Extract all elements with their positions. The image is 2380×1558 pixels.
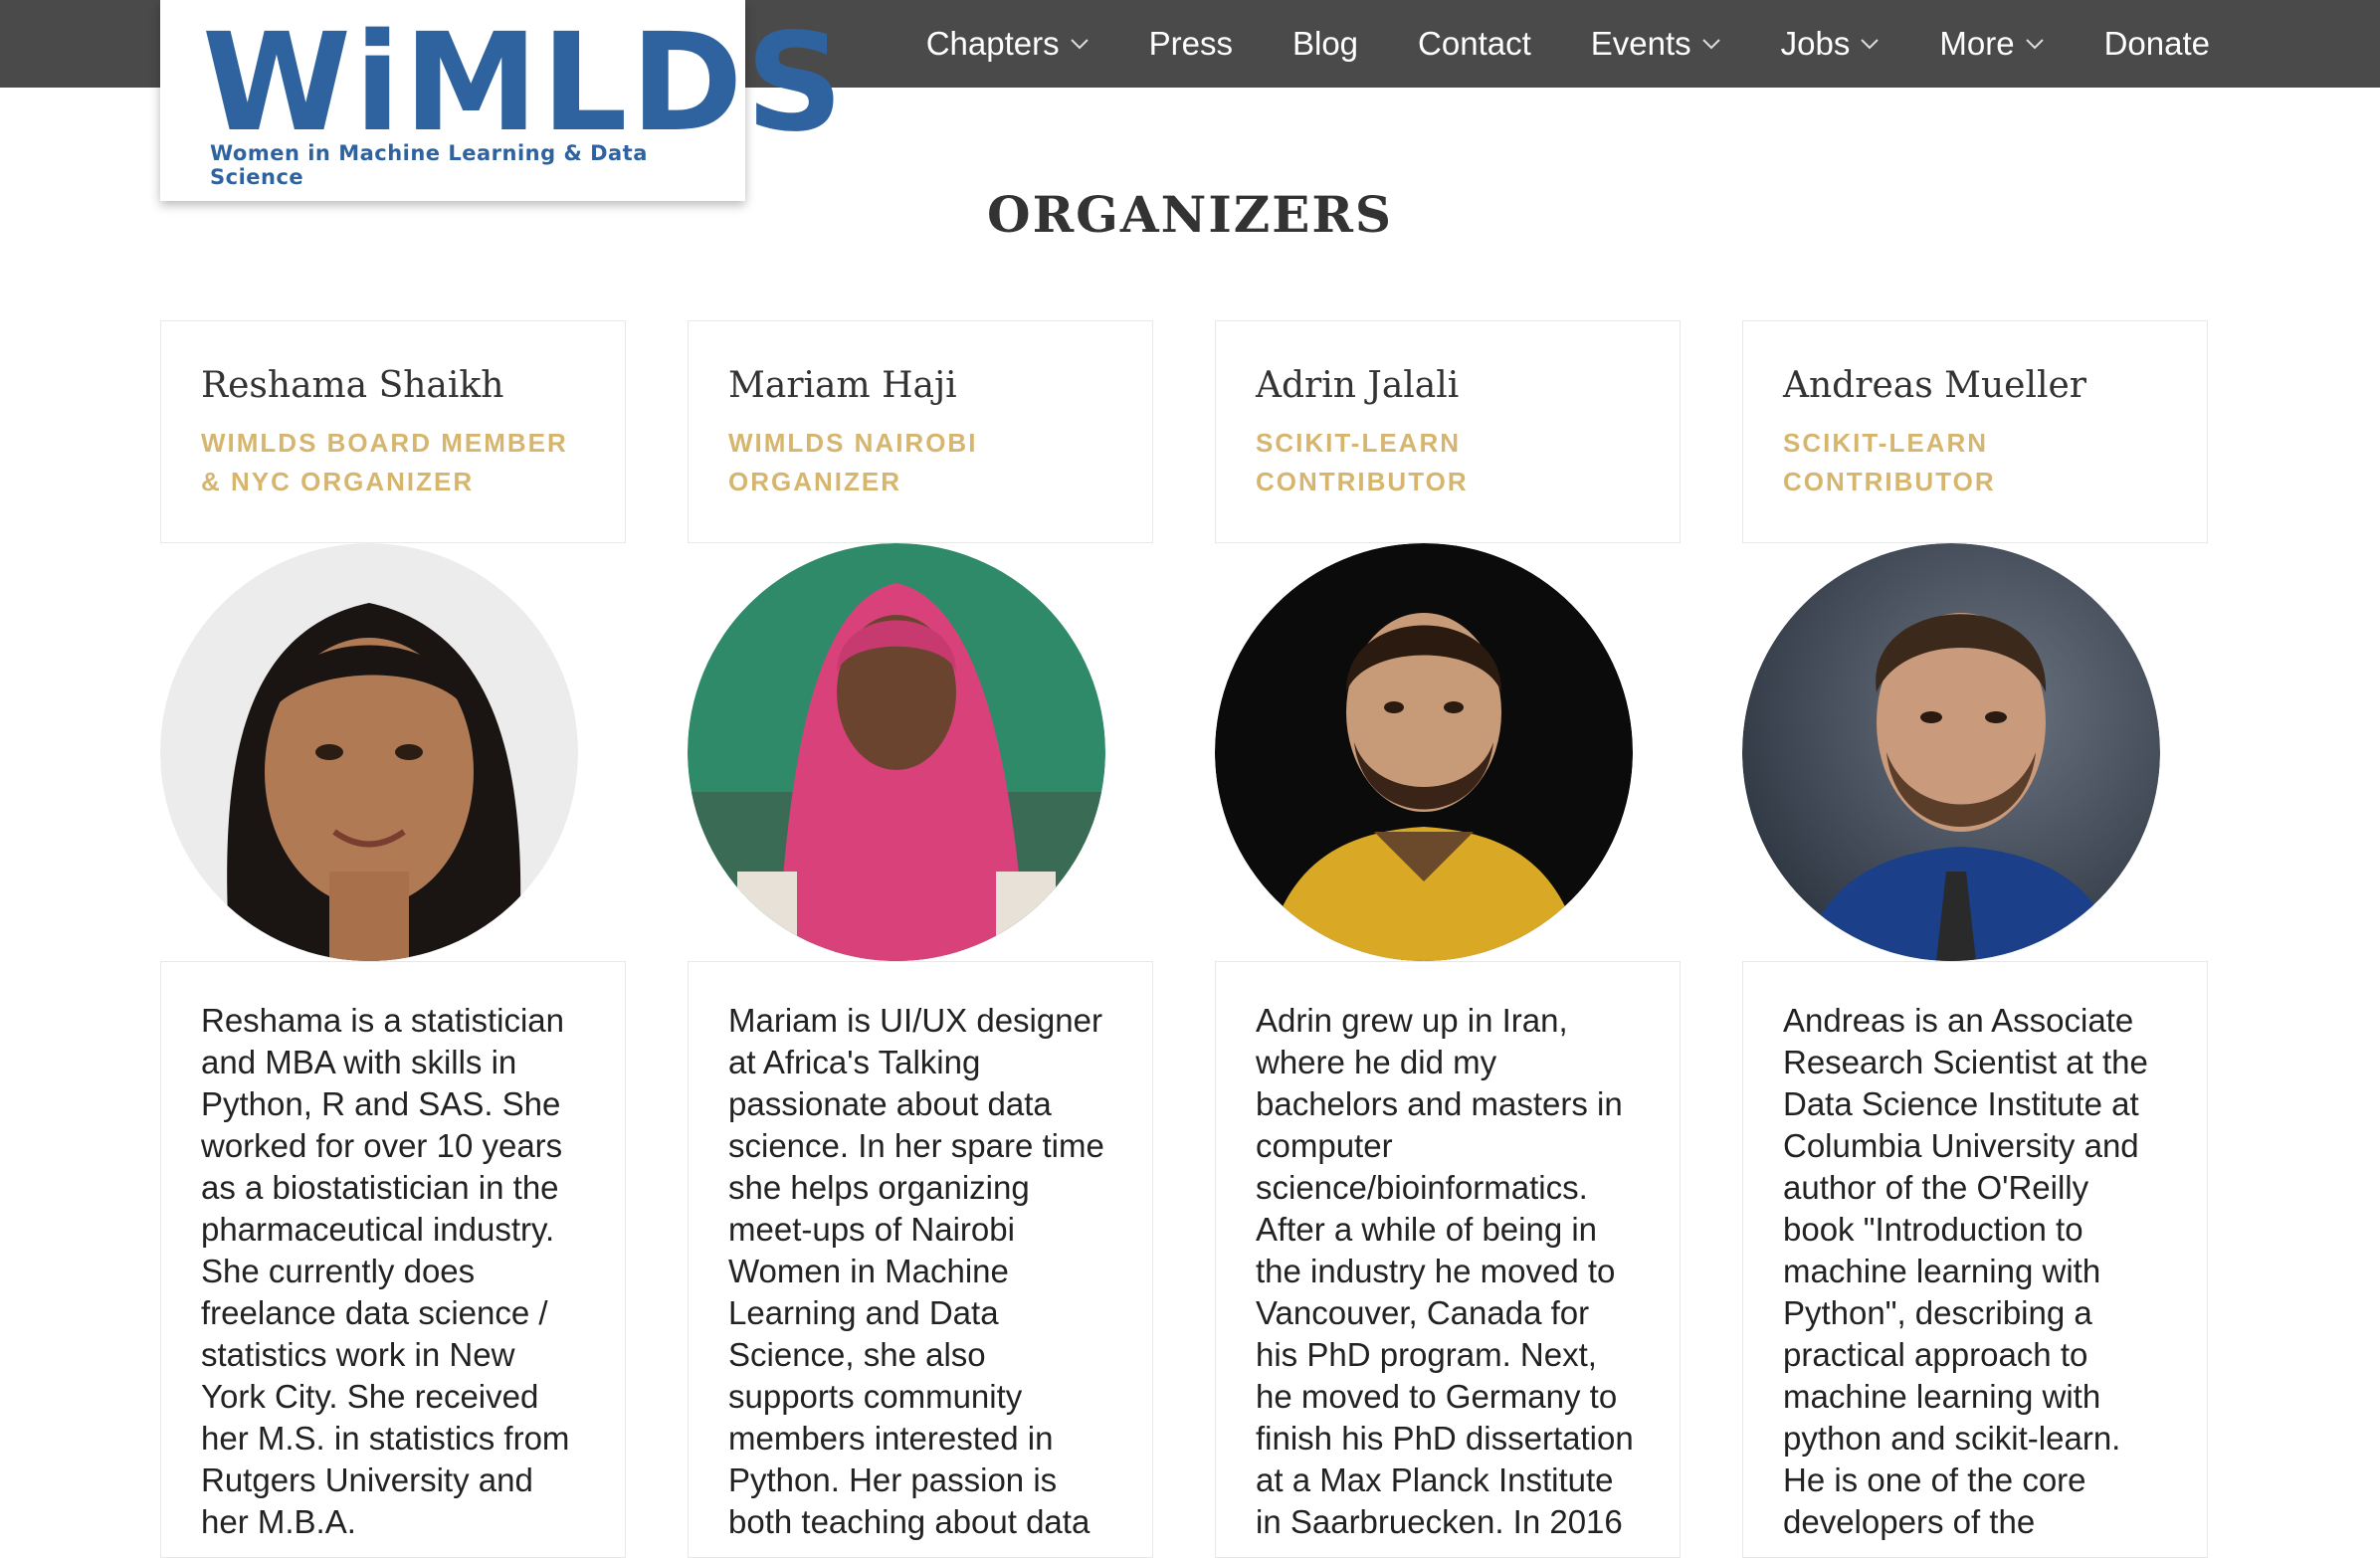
- organizer-role: WiMLDS Nairobi Organizer: [728, 428, 978, 496]
- page-title-text: ORGANIZERS: [987, 184, 1393, 244]
- nav-chapters-label: Chapters: [925, 25, 1060, 62]
- nav-donate[interactable]: Donate: [2075, 25, 2210, 63]
- chevron-down-icon: [1070, 39, 1089, 50]
- organizer-bio-box: Andreas is an Associate Research Scienti…: [1742, 961, 2208, 1558]
- organizer-bio: Andreas is an Associate Research Scienti…: [1783, 1002, 2148, 1540]
- organizer-header: Reshama Shaikh WiMLDS Board Member & NYC…: [160, 320, 626, 543]
- organizer-header: Andreas Mueller scikit-learn contributor: [1742, 320, 2208, 543]
- nav-chapters[interactable]: Chapters: [896, 25, 1119, 63]
- nav-jobs[interactable]: Jobs: [1751, 25, 1910, 63]
- organizer-header: Adrin Jalali scikit-learn contributor: [1215, 320, 1681, 543]
- organizer-name: Andreas Mueller: [1783, 365, 2087, 406]
- nav-contact-label: Contact: [1418, 25, 1531, 62]
- nav-events-label: Events: [1590, 25, 1691, 62]
- organizer-card: Adrin Jalali scikit-learn contributor Ad…: [1215, 320, 1683, 1558]
- nav-more[interactable]: More: [1909, 25, 2074, 63]
- chevron-down-icon: [1861, 39, 1880, 50]
- organizer-card: Reshama Shaikh WiMLDS Board Member & NYC…: [160, 320, 628, 1558]
- site-logo[interactable]: WiMLDS Women in Machine Learning & Data …: [160, 0, 843, 201]
- main-nav: Chapters Press Blog Contact Events Jobs …: [896, 0, 2210, 88]
- chevron-down-icon: [1701, 39, 1720, 50]
- organizer-bio-box: Adrin grew up in Iran, where he did my b…: [1215, 961, 1681, 1558]
- organizer-name: Adrin Jalali: [1256, 365, 1460, 406]
- organizer-card: Andreas Mueller scikit-learn contributor…: [1742, 320, 2210, 1558]
- organizer-photo: [1215, 543, 1633, 961]
- organizer-role: scikit-learn contributor: [1783, 428, 1996, 496]
- organizer-name: Mariam Haji: [728, 365, 957, 406]
- nav-press[interactable]: Press: [1119, 25, 1263, 63]
- nav-blog[interactable]: Blog: [1263, 25, 1388, 63]
- organizer-name: Reshama Shaikh: [201, 365, 504, 406]
- page-title: ORGANIZERS: [0, 185, 2380, 244]
- organizer-role: scikit-learn contributor: [1256, 428, 1469, 496]
- nav-blog-label: Blog: [1291, 25, 1359, 62]
- organizer-bio: Mariam is UI/UX designer at Africa's Tal…: [728, 1002, 1104, 1540]
- organizer-role: WiMLDS Board Member & NYC Organizer: [201, 428, 568, 496]
- organizer-card: Mariam Haji WiMLDS Nairobi Organizer Mar…: [688, 320, 1155, 1558]
- organizer-bio: Adrin grew up in Iran, where he did my b…: [1256, 1002, 1634, 1540]
- logo-tagline: Women in Machine Learning & Data Science: [210, 141, 648, 189]
- nav-more-label: More: [1939, 25, 2015, 62]
- chevron-down-icon: [2025, 39, 2044, 50]
- nav-donate-label: Donate: [2103, 25, 2210, 62]
- organizer-photo: [1742, 543, 2160, 961]
- organizer-bio-box: Reshama is a statistician and MBA with s…: [160, 961, 626, 1558]
- nav-press-label: Press: [1148, 25, 1233, 62]
- nav-events[interactable]: Events: [1561, 25, 1751, 63]
- organizer-header: Mariam Haji WiMLDS Nairobi Organizer: [688, 320, 1153, 543]
- logo-wordmark: WiMLDS: [202, 5, 847, 162]
- organizer-photo: [160, 543, 578, 961]
- nav-contact[interactable]: Contact: [1388, 25, 1561, 63]
- nav-jobs-label: Jobs: [1780, 25, 1851, 62]
- organizer-photo: [688, 543, 1105, 961]
- organizer-bio-box: Mariam is UI/UX designer at Africa's Tal…: [688, 961, 1153, 1558]
- organizer-bio: Reshama is a statistician and MBA with s…: [201, 1002, 570, 1540]
